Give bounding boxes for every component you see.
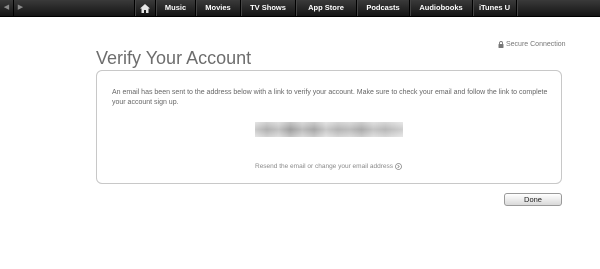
nav-item-movies[interactable]: Movies	[196, 0, 240, 16]
nav-item-podcasts[interactable]: Podcasts	[357, 0, 409, 16]
nav-item-tv-shows[interactable]: TV Shows	[241, 0, 295, 16]
home-icon	[140, 3, 150, 13]
nav-item-itunes-u[interactable]: iTunes U	[473, 0, 516, 16]
nav-item-music[interactable]: Music	[156, 0, 195, 16]
top-navigation-bar: ◀ ▶ Music Movies TV Shows App Store Podc…	[0, 0, 600, 17]
done-button[interactable]: Done	[504, 193, 562, 206]
history-controls: ◀ ▶	[0, 0, 27, 16]
secure-connection-label: Secure Connection	[506, 41, 566, 48]
page-title: Verify Your Account	[96, 48, 252, 68]
lock-icon	[498, 41, 504, 48]
nav-divider	[516, 0, 517, 16]
verification-message: An email has been sent to the address be…	[112, 89, 548, 106]
redacted-email-address	[255, 122, 403, 137]
circle-arrow-right-icon	[395, 163, 402, 170]
home-button[interactable]	[135, 0, 155, 16]
forward-arrow-icon[interactable]: ▶	[13, 0, 27, 16]
nav-item-app-store[interactable]: App Store	[296, 0, 356, 16]
resend-email-label: Resend the email or change your email ad…	[255, 163, 394, 170]
secure-connection: Secure Connection	[498, 41, 566, 48]
resend-email-link[interactable]: Resend the email or change your email ad…	[255, 163, 402, 170]
back-arrow-icon[interactable]: ◀	[0, 0, 13, 16]
nav-item-audiobooks[interactable]: Audiobooks	[410, 0, 472, 16]
verification-panel: An email has been sent to the address be…	[96, 70, 562, 184]
